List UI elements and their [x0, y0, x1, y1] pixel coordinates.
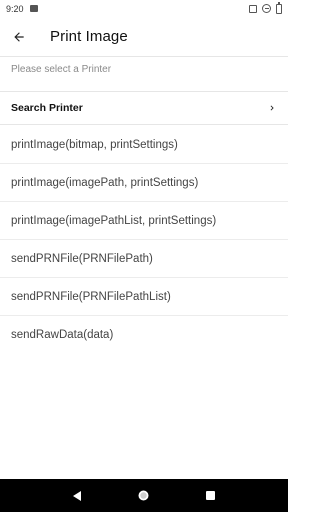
nav-recents-button[interactable] [199, 484, 223, 508]
method-item-print-image-bitmap[interactable]: printImage(bitmap, printSettings) [0, 126, 288, 164]
method-item-print-image-path[interactable]: printImage(imagePath, printSettings) [0, 164, 288, 202]
battery-icon [276, 1, 282, 14]
app-bar: Print Image [0, 17, 288, 57]
recents-square-icon [206, 491, 216, 500]
select-printer-hint: Please select a Printer [11, 64, 112, 75]
search-printer-button[interactable]: Search Printer [0, 91, 288, 125]
back-button[interactable] [0, 17, 38, 57]
vibrate-icon [249, 4, 257, 13]
search-printer-label: Search Printer [11, 102, 83, 114]
arrow-left-icon [14, 31, 24, 42]
do-not-disturb-icon [262, 4, 271, 13]
nav-back-button[interactable] [65, 484, 89, 508]
method-item-send-raw-data[interactable]: sendRawData(data) [0, 316, 288, 354]
system-nav-bar [0, 479, 288, 512]
method-list: printImage(bitmap, printSettings) printI… [0, 126, 288, 354]
method-item-print-image-path-list[interactable]: printImage(imagePathList, printSettings) [0, 202, 288, 240]
page-title: Print Image [50, 28, 128, 45]
status-icons [249, 1, 282, 14]
method-item-send-prn-file[interactable]: sendPRNFile(PRNFilePath) [0, 240, 288, 278]
status-time: 9:20 [6, 3, 24, 14]
home-circle-icon [138, 490, 149, 501]
method-item-send-prn-file-list[interactable]: sendPRNFile(PRNFilePathList) [0, 278, 288, 316]
notification-image-icon [29, 5, 38, 12]
nav-home-button[interactable] [132, 484, 156, 508]
back-triangle-icon [73, 490, 82, 501]
screen: 9:20 Print Image Please select a Printer… [0, 0, 288, 512]
chevron-right-icon [267, 103, 277, 113]
status-bar: 9:20 [0, 0, 288, 17]
